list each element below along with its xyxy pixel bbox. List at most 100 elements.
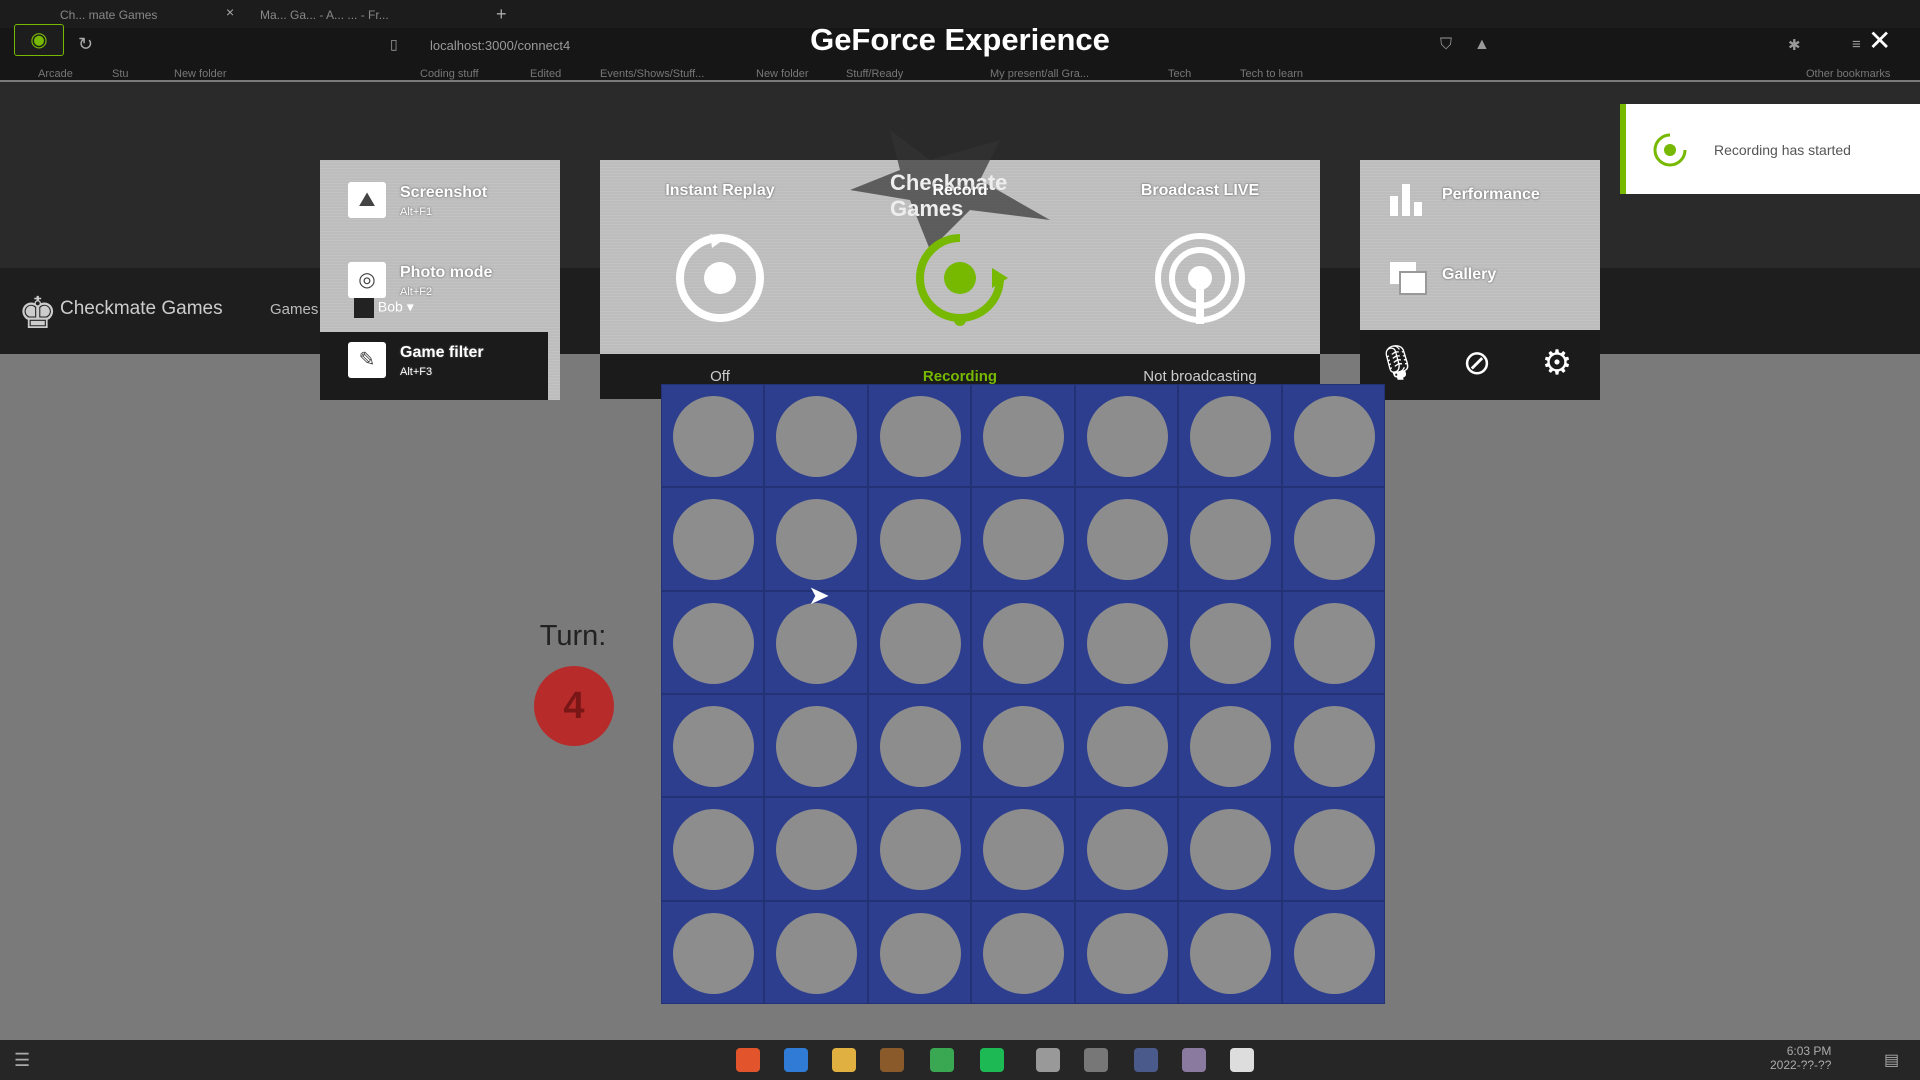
- board-cell[interactable]: [1178, 797, 1282, 901]
- board-cell[interactable]: [867, 797, 972, 901]
- app-icon[interactable]: [1230, 1048, 1254, 1072]
- board-cell[interactable]: [661, 590, 765, 694]
- bookmark-item[interactable]: Events/Shows/Stuff...: [600, 68, 704, 80]
- record-button[interactable]: Checkmate Games Record: [840, 130, 1080, 354]
- bookmark-item[interactable]: Stu: [112, 68, 129, 80]
- bookmark-item[interactable]: New folder: [756, 68, 809, 80]
- board-cell[interactable]: [1074, 797, 1179, 901]
- file-explorer-icon[interactable]: [832, 1048, 856, 1072]
- system-clock[interactable]: 6:03 PM 2022-??-??: [1770, 1044, 1831, 1072]
- board-cell[interactable]: [867, 487, 972, 591]
- extensions-icon[interactable]: ✱: [1788, 36, 1801, 54]
- spotify-icon[interactable]: [980, 1048, 1004, 1072]
- empty-slot: [879, 912, 961, 994]
- board-cell[interactable]: [1074, 384, 1179, 488]
- app-icon[interactable]: [880, 1048, 904, 1072]
- performance-button[interactable]: Performance: [1388, 170, 1588, 224]
- instant-replay-button[interactable]: Instant Replay: [600, 160, 840, 354]
- board-cell[interactable]: [1074, 900, 1179, 1004]
- rewards-icon[interactable]: ▲: [1474, 36, 1490, 54]
- board-cell[interactable]: [1178, 487, 1282, 591]
- board-cell[interactable]: [764, 384, 868, 488]
- bookmark-item[interactable]: Tech to learn: [1240, 68, 1303, 80]
- brand-name[interactable]: Checkmate Games: [60, 298, 223, 320]
- board-cell[interactable]: [1281, 384, 1385, 488]
- board-cell[interactable]: [867, 900, 972, 1004]
- board-cell[interactable]: [661, 487, 765, 591]
- game-filter-button[interactable]: ✎ Game filter Alt+F3: [320, 332, 548, 400]
- close-tab-icon[interactable]: ×: [226, 4, 234, 20]
- bookmark-item[interactable]: Tech: [1168, 68, 1191, 80]
- board-cell[interactable]: [764, 694, 868, 798]
- settings-icon[interactable]: ⚙: [1532, 338, 1582, 388]
- empty-slot: [1293, 499, 1375, 581]
- menu-icon[interactable]: ≡: [1852, 36, 1861, 53]
- bookmark-item[interactable]: Stuff/Ready: [846, 68, 903, 80]
- bookmark-item[interactable]: New folder: [174, 68, 227, 80]
- camera-off-icon[interactable]: ⊘: [1452, 338, 1502, 388]
- recording-toast: Recording has started: [1620, 104, 1920, 194]
- board-cell[interactable]: [764, 487, 868, 591]
- board-cell[interactable]: [971, 797, 1075, 901]
- app-icon[interactable]: [1182, 1048, 1206, 1072]
- empty-slot: [1190, 706, 1272, 787]
- board-cell[interactable]: [764, 900, 868, 1004]
- screenshot-button[interactable]: ⛰ Screenshot Alt+F1: [348, 172, 548, 232]
- board-cell[interactable]: [1281, 590, 1385, 694]
- brave-browser-icon[interactable]: [736, 1048, 760, 1072]
- board-cell[interactable]: [1178, 694, 1282, 798]
- board-cell[interactable]: [971, 590, 1075, 694]
- board-cell[interactable]: [1281, 694, 1385, 798]
- avatar: [354, 298, 374, 318]
- app-icon[interactable]: [1134, 1048, 1158, 1072]
- board-cell[interactable]: [1074, 694, 1179, 798]
- start-menu-icon[interactable]: ☰: [14, 1050, 30, 1071]
- empty-slot: [776, 499, 858, 581]
- board-cell[interactable]: [1281, 487, 1385, 591]
- notifications-icon[interactable]: ▤: [1884, 1050, 1899, 1070]
- bookmark-item[interactable]: Coding stuff: [420, 68, 479, 80]
- board-cell[interactable]: [867, 694, 972, 798]
- game-icon[interactable]: [1036, 1048, 1060, 1072]
- photo-mode-label: Photo mode: [400, 264, 493, 281]
- board-cell[interactable]: [1281, 797, 1385, 901]
- board-cell[interactable]: [661, 797, 765, 901]
- board-cell[interactable]: [1074, 590, 1179, 694]
- board-cell[interactable]: [661, 900, 765, 1004]
- board-cell[interactable]: [661, 694, 765, 798]
- chrome-icon[interactable]: [930, 1048, 954, 1072]
- board-cell[interactable]: [971, 384, 1075, 488]
- taskbar: [0, 1040, 1920, 1080]
- unity-icon[interactable]: [1084, 1048, 1108, 1072]
- user-menu[interactable]: Bob ▾: [354, 298, 414, 318]
- empty-slot: [879, 809, 961, 891]
- board-cell[interactable]: [764, 797, 868, 901]
- brave-shield-icon[interactable]: ⛉: [1440, 36, 1452, 54]
- board-cell[interactable]: [971, 694, 1075, 798]
- board-cell[interactable]: [1281, 900, 1385, 1004]
- bookmark-item[interactable]: Edited: [530, 68, 561, 80]
- quick-toggles: 🎙 ⊘ ⚙: [1360, 330, 1600, 400]
- games-menu-label: Games: [270, 301, 319, 318]
- gallery-button[interactable]: Gallery: [1388, 250, 1588, 304]
- bookmark-item[interactable]: My present/all Gra...: [990, 68, 1089, 80]
- bookmark-item[interactable]: Other bookmarks: [1806, 68, 1890, 80]
- board-cell[interactable]: [1074, 487, 1179, 591]
- board-cell[interactable]: [867, 590, 972, 694]
- empty-slot: [673, 396, 754, 477]
- bookmark-item[interactable]: Arcade: [38, 68, 73, 80]
- board-cell[interactable]: [971, 487, 1075, 591]
- overlay-title: GeForce Experience: [810, 22, 1110, 57]
- vscode-icon[interactable]: [784, 1048, 808, 1072]
- close-overlay-icon[interactable]: ✕: [1868, 24, 1891, 57]
- board-cell[interactable]: [1178, 384, 1282, 488]
- empty-slot: [983, 809, 1065, 891]
- board-cell[interactable]: [867, 384, 972, 488]
- screenshot-label: Screenshot: [400, 184, 488, 201]
- board-cell[interactable]: [1178, 900, 1282, 1004]
- broadcast-button[interactable]: Broadcast LIVE: [1080, 160, 1320, 354]
- board-cell[interactable]: [971, 900, 1075, 1004]
- board-cell[interactable]: [1178, 590, 1282, 694]
- board-cell[interactable]: [661, 384, 765, 488]
- microphone-icon[interactable]: 🎙: [1372, 338, 1422, 388]
